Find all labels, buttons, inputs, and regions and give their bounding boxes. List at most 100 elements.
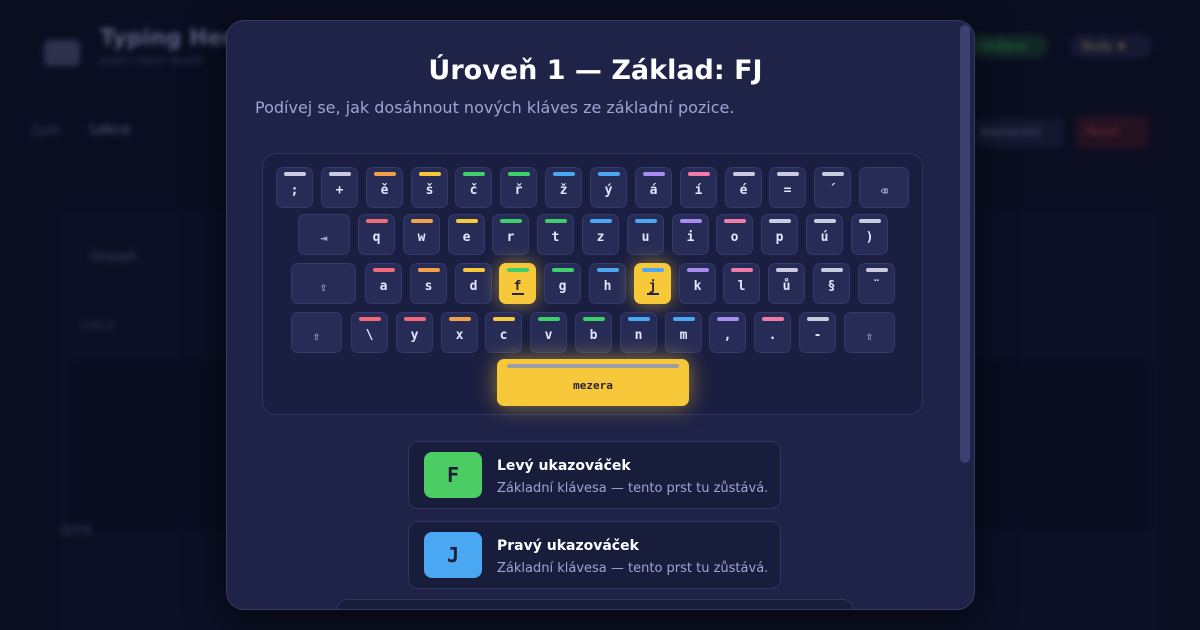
- key: d: [455, 263, 492, 304]
- key-label: s: [424, 279, 433, 294]
- points-badge: Body ★: [1070, 34, 1152, 58]
- key-label: ⌫: [880, 183, 888, 198]
- finger-color-marker: [821, 172, 844, 176]
- key-label: \: [365, 328, 374, 343]
- key: č: [455, 167, 492, 208]
- finger-color-marker: [730, 268, 753, 272]
- key: n: [620, 312, 657, 353]
- key-label: i: [686, 230, 695, 245]
- key-label: ý: [604, 183, 613, 198]
- key: =: [769, 167, 806, 208]
- app-logo-icon: [44, 40, 80, 66]
- key: é: [725, 167, 762, 208]
- key-label: ř: [514, 183, 523, 198]
- key: ⇧: [291, 312, 342, 353]
- finger-color-marker: [627, 317, 650, 321]
- key-label: g: [558, 279, 567, 294]
- finger-color-marker: [365, 219, 388, 223]
- finger-color-marker: [506, 268, 529, 272]
- key: l: [723, 263, 760, 304]
- finger-color-marker: [462, 268, 485, 272]
- key: +: [321, 167, 358, 208]
- key-label: u: [641, 230, 650, 245]
- settings-button[interactable]: Nastavení: [972, 118, 1064, 148]
- key: ⇧: [844, 312, 895, 353]
- scrollbar-thumb[interactable]: [960, 25, 970, 463]
- key: ě: [366, 167, 403, 208]
- modal-title: Úroveň 1 — Základ: FJ: [428, 55, 763, 86]
- key-label: ⇪: [319, 279, 328, 294]
- wpm-label: WPM: [60, 524, 92, 539]
- key: s: [410, 263, 447, 304]
- finger-color-marker: [358, 317, 381, 321]
- home-key-nub: [646, 293, 659, 295]
- key: ,: [709, 312, 746, 353]
- key-label: č: [469, 183, 478, 198]
- key: ý: [590, 167, 627, 208]
- finger-color-marker: [732, 172, 755, 176]
- key: v: [530, 312, 567, 353]
- finger-color-marker: [686, 268, 709, 272]
- finger-color-marker: [589, 219, 612, 223]
- finger-color-marker: [455, 219, 478, 223]
- key-label: ě: [380, 183, 389, 198]
- key-label: b: [589, 328, 598, 343]
- key-label: é: [739, 183, 748, 198]
- key-label: ;: [290, 183, 299, 198]
- key: ;: [276, 167, 313, 208]
- finger-color-marker: [642, 172, 665, 176]
- key-label: ,: [723, 328, 732, 343]
- key-label: v: [544, 328, 553, 343]
- finger-color-marker: [679, 219, 702, 223]
- key: ú: [806, 214, 843, 255]
- modal-scrollbar[interactable]: [960, 25, 972, 605]
- finger-color-marker: [328, 172, 351, 176]
- key: e: [448, 214, 485, 255]
- key-label: ⇥: [320, 230, 328, 245]
- tab-lessons[interactable]: Lekce: [90, 122, 131, 138]
- key-label: =: [783, 183, 792, 198]
- finger-color-marker: [775, 268, 798, 272]
- finger-color-marker: [672, 317, 695, 321]
- app-subtitle: psaní všemi deseti: [100, 54, 203, 67]
- reset-button[interactable]: Reset: [1076, 116, 1148, 148]
- key: u: [627, 214, 664, 255]
- finger-color-marker: [462, 172, 485, 176]
- key-label: ¨: [872, 279, 881, 294]
- modal-subtitle: Podívej se, jak dosáhnout nových kláves …: [255, 98, 735, 117]
- finger-color-marker: [492, 317, 515, 321]
- finger-card-right-index: J Pravý ukazováček Základní klávesa — te…: [408, 521, 781, 589]
- key: z: [582, 214, 619, 255]
- key-label: š: [425, 183, 434, 198]
- key-label: -: [813, 328, 822, 343]
- key: p: [761, 214, 798, 255]
- finger-card-left-index: F Levý ukazováček Základní klávesa — ten…: [408, 441, 781, 509]
- finger-color-marker: [283, 172, 306, 176]
- finger-color-marker: [499, 219, 522, 223]
- key-label: y: [410, 328, 419, 343]
- key-label: n: [634, 328, 643, 343]
- finger-color-marker: [596, 268, 619, 272]
- finger-key-badge: J: [424, 532, 482, 578]
- key: \: [351, 312, 388, 353]
- key-label: h: [603, 279, 612, 294]
- key: ž: [545, 167, 582, 208]
- level-label: Úroveň: [90, 250, 137, 265]
- key-label: j: [648, 279, 657, 294]
- key: ů: [768, 263, 805, 304]
- back-link[interactable]: Zpět: [30, 124, 60, 139]
- level-intro-modal: Úroveň 1 — Základ: FJ Podívej se, jak do…: [226, 20, 975, 610]
- key: š: [411, 167, 448, 208]
- finger-color-marker: [417, 268, 440, 272]
- key: -: [799, 312, 836, 353]
- next-section-card: [337, 599, 853, 609]
- finger-color-marker: [723, 219, 746, 223]
- key-label: x: [455, 328, 464, 343]
- finger-color-marker: [552, 172, 575, 176]
- key-label: t: [551, 230, 560, 245]
- key-label: e: [462, 230, 471, 245]
- key: a: [365, 263, 402, 304]
- key: m: [665, 312, 702, 353]
- home-key-nub: [511, 293, 524, 295]
- finger-color-marker: [820, 268, 843, 272]
